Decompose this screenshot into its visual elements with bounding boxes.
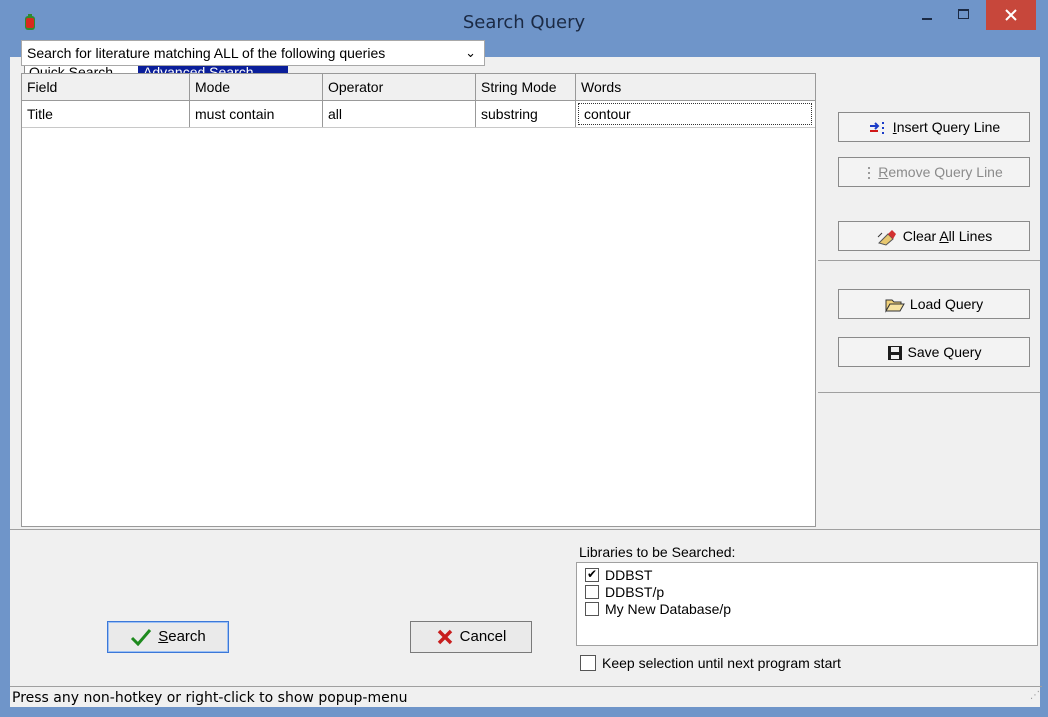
- checkbox-icon[interactable]: [580, 655, 596, 672]
- mode-cell[interactable]: must contain: [190, 101, 323, 127]
- status-text: Press any non-hotkey or right-click to s…: [12, 690, 408, 706]
- button-label: earch: [168, 628, 206, 645]
- match-mode-value: Search for literature matching ALL of th…: [27, 45, 386, 61]
- window-title: Search Query: [462, 12, 586, 33]
- button-label: Save Query: [907, 344, 982, 360]
- checkbox-label: Keep selection until next program start: [602, 655, 841, 671]
- query-grid[interactable]: Field Mode Operator String Mode Words Ti…: [21, 73, 816, 527]
- search-query-window: Search Query Quick Search Advanced Searc…: [0, 0, 1048, 717]
- libraries-list: ✔ DDBST DDBST/p My New Database/p: [576, 562, 1038, 646]
- button-label: Clear: [902, 228, 940, 244]
- remove-query-line-button[interactable]: Remove Query Line: [838, 157, 1030, 187]
- library-name: My New Database/p: [605, 601, 732, 617]
- library-item[interactable]: DDBST/p: [585, 584, 664, 600]
- library-name: DDBST: [605, 567, 653, 583]
- minimize-icon: [922, 18, 932, 20]
- chevron-down-icon: ⌄: [465, 45, 476, 60]
- save-query-button[interactable]: Save Query: [838, 337, 1030, 367]
- button-label: Load Query: [909, 296, 984, 312]
- resize-grip-icon[interactable]: ⋰: [1030, 685, 1040, 707]
- match-mode-select[interactable]: Search for literature matching ALL of th…: [21, 40, 485, 66]
- maximize-icon: [958, 9, 969, 19]
- column-header[interactable]: Words: [576, 74, 815, 100]
- floppy-disk-icon: [887, 346, 902, 361]
- keep-selection-checkbox[interactable]: Keep selection until next program start: [580, 655, 841, 672]
- hotkey-letter: R: [878, 164, 889, 180]
- library-name: DDBST/p: [605, 584, 665, 600]
- words-cell[interactable]: contour: [578, 103, 812, 125]
- library-item[interactable]: ✔ DDBST: [585, 567, 652, 583]
- cancel-button[interactable]: Cancel: [410, 621, 532, 653]
- libraries-label: Libraries to be Searched:: [579, 544, 736, 560]
- folder-open-icon: [885, 299, 905, 314]
- checkbox-icon[interactable]: [585, 585, 599, 600]
- insert-line-icon: [869, 122, 884, 135]
- operator-cell[interactable]: all: [323, 101, 476, 127]
- divider: [818, 392, 1040, 393]
- hotkey-letter: S: [158, 628, 169, 645]
- checkbox-checked-icon[interactable]: ✔: [585, 568, 599, 583]
- button-label: nsert Query Line: [896, 119, 1001, 135]
- hotkey-letter: A: [939, 228, 949, 244]
- column-header[interactable]: Operator: [323, 74, 476, 100]
- column-header[interactable]: String Mode: [476, 74, 576, 100]
- field-cell[interactable]: Title: [22, 101, 190, 127]
- search-button[interactable]: Search: [107, 621, 229, 653]
- button-label: Cancel: [459, 628, 507, 645]
- clear-all-lines-button[interactable]: Clear All Lines: [838, 221, 1030, 251]
- eraser-icon: [877, 230, 896, 246]
- column-header[interactable]: Field: [22, 74, 190, 100]
- status-bar: Press any non-hotkey or right-click to s…: [10, 686, 1042, 709]
- table-row[interactable]: Title must contain all substring contour: [22, 101, 815, 128]
- divider: [818, 260, 1040, 261]
- library-item[interactable]: My New Database/p: [585, 601, 731, 617]
- checkmark-icon: [131, 629, 152, 647]
- button-label: ll Lines: [948, 228, 993, 244]
- insert-query-line-button[interactable]: Insert Query Line: [838, 112, 1030, 142]
- maximize-button[interactable]: [948, 0, 978, 30]
- minimize-button[interactable]: [912, 0, 942, 30]
- grid-header: Field Mode Operator String Mode Words: [22, 74, 815, 101]
- load-query-button[interactable]: Load Query: [838, 289, 1030, 319]
- close-icon: [1005, 9, 1017, 21]
- remove-line-icon: [868, 167, 871, 180]
- close-x-icon: [437, 629, 452, 645]
- string-mode-cell[interactable]: substring: [476, 101, 576, 127]
- close-button[interactable]: [986, 0, 1036, 30]
- button-label: emove Query Line: [888, 164, 1003, 180]
- checkbox-icon[interactable]: [585, 602, 599, 617]
- column-header[interactable]: Mode: [190, 74, 323, 100]
